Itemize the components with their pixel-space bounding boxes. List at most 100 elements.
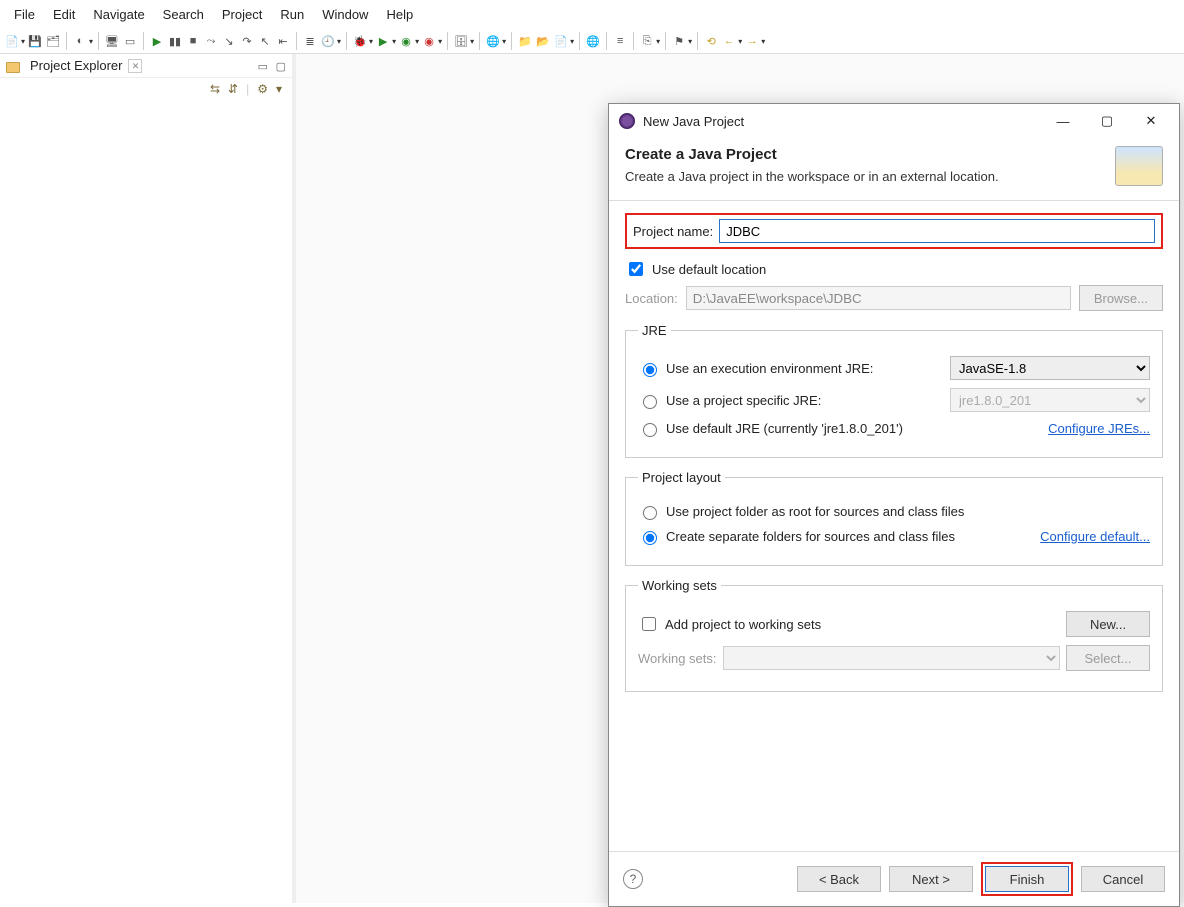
dialog-title: New Java Project (643, 114, 1037, 129)
back-nav-icon[interactable]: ⟲ (703, 33, 719, 49)
skip-icon[interactable]: ▶ (149, 33, 165, 49)
menu-project[interactable]: Project (214, 4, 270, 25)
jre-exec-env-label: Use an execution environment JRE: (666, 361, 944, 376)
maximize-button[interactable]: ▢ (1089, 110, 1125, 132)
step-over-icon[interactable]: ↷ (239, 33, 255, 49)
configure-default-link[interactable]: Configure default... (1040, 529, 1150, 544)
eclipse-icon (619, 113, 635, 129)
location-label: Location: (625, 291, 678, 306)
project-layout-legend: Project layout (638, 470, 725, 485)
run-last-icon[interactable]: ◉▾ (421, 33, 442, 49)
disconnect-icon[interactable]: ⤳ (203, 33, 219, 49)
finish-highlight: Finish (981, 862, 1073, 896)
menu-edit[interactable]: Edit (45, 4, 83, 25)
jre-legend: JRE (638, 323, 671, 338)
back-button[interactable]: < Back (797, 866, 881, 892)
cancel-button[interactable]: Cancel (1081, 866, 1165, 892)
layout-separate-label: Create separate folders for sources and … (666, 529, 1034, 544)
next-button[interactable]: Next > (889, 866, 973, 892)
dialog-heading: Create a Java Project (625, 146, 1115, 163)
pause-icon[interactable]: ▮▮ (167, 33, 183, 49)
new-pkg-icon[interactable]: 🌐▾ (485, 33, 506, 49)
project-explorer-view: Project Explorer ✕ ▭ ▢ ⇆ ⇵ | ⚙ ▾ (0, 54, 296, 903)
new-folder-icon[interactable]: 📂 (535, 33, 551, 49)
close-button[interactable]: ✕ (1133, 110, 1169, 132)
outline-icon[interactable]: ≡ (612, 33, 628, 49)
coverage-icon[interactable]: ◉▾ (398, 33, 419, 49)
save-icon[interactable]: 💾 (27, 33, 43, 49)
jre-default-radio[interactable] (643, 423, 657, 437)
minimize-button[interactable]: — (1045, 110, 1081, 132)
link-editor-icon[interactable]: ⇵ (228, 82, 238, 96)
select-working-set-button: Select... (1066, 645, 1150, 671)
jre-specific-label: Use a project specific JRE: (666, 393, 944, 408)
perspective-icon[interactable]: ◐▾ (72, 33, 93, 49)
view-title: Project Explorer (30, 58, 122, 73)
collapse-all-icon[interactable]: ⇆ (210, 82, 220, 96)
menu-run[interactable]: Run (272, 4, 312, 25)
working-sets-legend: Working sets (638, 578, 721, 593)
project-name-label: Project name: (633, 224, 713, 239)
layout-root-label: Use project folder as root for sources a… (666, 504, 964, 519)
view-dropdown-icon[interactable]: ▾ (276, 82, 282, 96)
add-working-set-label: Add project to working sets (665, 617, 1060, 632)
jre-exec-env-select[interactable]: JavaSE-1.8 (950, 356, 1150, 380)
view-menu-icon[interactable]: ⚙ (257, 82, 268, 96)
jre-group: JRE Use an execution environment JRE: Ja… (625, 323, 1163, 458)
menu-window[interactable]: Window (314, 4, 376, 25)
location-input (686, 286, 1071, 310)
step-into-icon[interactable]: ↘ (221, 33, 237, 49)
project-layout-group: Project layout Use project folder as roo… (625, 470, 1163, 566)
use-default-location-label: Use default location (652, 262, 766, 277)
browse-button: Browse... (1079, 285, 1163, 311)
save-all-icon[interactable]: 🗂 (45, 33, 61, 49)
new-button[interactable]: 📄▾ (4, 33, 25, 49)
project-name-input[interactable] (719, 219, 1155, 243)
step-return-icon[interactable]: ↖ (257, 33, 273, 49)
finish-button[interactable]: Finish (985, 866, 1069, 892)
new-working-set-button[interactable]: New... (1066, 611, 1150, 637)
add-working-set-checkbox[interactable] (642, 617, 656, 631)
jre-specific-select: jre1.8.0_201 (950, 388, 1150, 412)
layout-root-radio[interactable] (643, 506, 657, 520)
globe-icon[interactable]: 🌐 (585, 33, 601, 49)
new-project-icon[interactable]: 📁 (517, 33, 533, 49)
tasks-icon[interactable]: ⎘▾ (639, 33, 660, 49)
project-name-highlight: Project name: (625, 213, 1163, 249)
jre-specific-radio[interactable] (643, 395, 657, 409)
close-view-button[interactable]: ✕ (128, 59, 142, 73)
list-icon[interactable]: ≣ (302, 33, 318, 49)
maximize-view-icon[interactable]: ▢ (276, 61, 286, 73)
jre-exec-env-radio[interactable] (643, 363, 657, 377)
filter-icon[interactable]: ⚑▾ (671, 33, 692, 49)
server-icon[interactable]: 🗄▾ (453, 33, 474, 49)
minimize-view-icon[interactable]: ▭ (258, 61, 268, 73)
run-icon[interactable]: ▶▾ (375, 33, 396, 49)
configure-jres-link[interactable]: Configure JREs... (1048, 421, 1150, 436)
menu-search[interactable]: Search (155, 4, 212, 25)
wizard-banner-icon (1115, 146, 1163, 186)
menu-navigate[interactable]: Navigate (85, 4, 152, 25)
history-icon[interactable]: 🕘▾ (320, 33, 341, 49)
stop-icon[interactable]: ■ (185, 33, 201, 49)
main-toolbar: 📄▾ 💾 🗂 ◐▾ 🖥 ▭ ▶ ▮▮ ■ ⤳ ↘ ↷ ↖ ⇤ ≣ 🕘▾ 🐞▾ ▶… (0, 29, 1184, 54)
help-button[interactable]: ? (623, 869, 643, 889)
menu-file[interactable]: File (6, 4, 43, 25)
jre-default-label: Use default JRE (currently 'jre1.8.0_201… (666, 421, 1042, 436)
select-icon[interactable]: ▭ (122, 33, 138, 49)
debug-icon[interactable]: 🐞▾ (352, 33, 373, 49)
working-sets-group: Working sets Add project to working sets… (625, 578, 1163, 692)
menu-help[interactable]: Help (378, 4, 421, 25)
fwd-icon[interactable]: →▾ (744, 33, 765, 49)
dialog-subheading: Create a Java project in the workspace o… (625, 169, 1115, 184)
link-icon[interactable]: 🖥 (104, 33, 120, 49)
back-icon[interactable]: ←▾ (721, 33, 742, 49)
use-default-location-checkbox[interactable] (629, 262, 643, 276)
new-java-project-dialog: New Java Project — ▢ ✕ Create a Java Pro… (608, 103, 1180, 907)
new-file-icon[interactable]: 📄▾ (553, 33, 574, 49)
menu-bar: File Edit Navigate Search Project Run Wi… (0, 0, 1184, 29)
layout-separate-radio[interactable] (643, 531, 657, 545)
drop-frame-icon[interactable]: ⇤ (275, 33, 291, 49)
working-sets-label: Working sets: (638, 651, 717, 666)
folder-icon (6, 62, 20, 73)
